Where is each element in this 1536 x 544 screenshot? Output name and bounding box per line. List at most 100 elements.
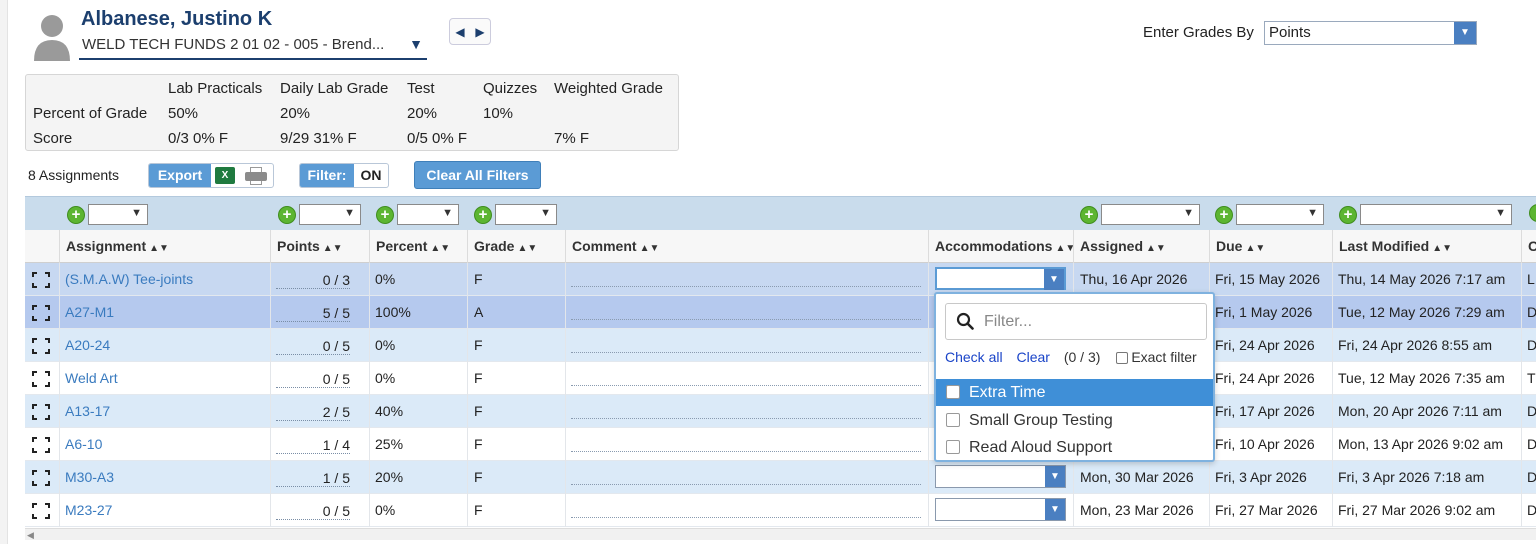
comment-input[interactable] (571, 385, 921, 386)
horizontal-scrollbar[interactable]: ◀ (25, 528, 1536, 540)
filter-select[interactable]: ▼ (1236, 204, 1324, 225)
category-cell: D (1527, 403, 1536, 419)
chevron-right-icon[interactable]: ▶ (475, 25, 484, 39)
expand-corners-icon[interactable] (32, 305, 50, 321)
assignment-link[interactable]: A13-17 (65, 395, 265, 428)
checkbox[interactable] (1116, 352, 1129, 364)
table-row[interactable]: A20-24 0 / 5 0% F Fri, 24 Apr 2026 Fri, 24 Ap… (25, 329, 1536, 362)
filter-select[interactable]: ▼ (1101, 204, 1200, 225)
export-button[interactable]: Export (149, 164, 211, 187)
assignment-link[interactable]: A27-M1 (65, 296, 265, 329)
column-header-points[interactable]: Points ▲▼ (270, 230, 369, 263)
assignment-link[interactable]: M30-A3 (65, 461, 265, 494)
filter-select[interactable]: ▼ (88, 204, 148, 225)
column-header-comment[interactable]: Comment ▲▼ (565, 230, 929, 263)
comment-input[interactable] (571, 352, 921, 353)
enter-grades-by-value: Points (1269, 24, 1311, 41)
expand-corners-icon[interactable] (32, 338, 50, 354)
dropdown-option[interactable]: Read Aloud Support (936, 434, 1213, 461)
check-all-link[interactable]: Check all (945, 349, 1003, 365)
table-row[interactable]: Weld Art 0 / 5 0% F Fri, 24 Apr 2026 Tue, 12 … (25, 362, 1536, 395)
table-row[interactable]: M23-27 0 / 5 0% F ▼ Mon, 23 Mar 2026 Fri, 27 M… (25, 494, 1536, 527)
plus-circle-icon[interactable]: + (1080, 205, 1098, 224)
scroll-left-icon[interactable]: ◀ (27, 530, 34, 541)
due-date: Fri, 1 May 2026 (1215, 304, 1313, 320)
excel-icon[interactable]: X (215, 167, 235, 184)
filter-select[interactable]: ▼ (397, 204, 459, 225)
class-selector[interactable]: WELD TECH FUNDS 2 01 02 - 005 - Brend...… (79, 33, 427, 60)
filter-select[interactable]: ▼ (1360, 204, 1512, 225)
filter-select[interactable]: ▼ (299, 204, 361, 225)
expand-corners-icon[interactable] (32, 404, 50, 420)
column-header-assignment[interactable]: Assignment ▲▼ (59, 230, 271, 263)
plus-circle-icon[interactable]: + (376, 205, 394, 224)
due-date: Fri, 27 Mar 2026 (1215, 502, 1318, 518)
expand-corners-icon[interactable] (32, 371, 50, 387)
filter-select[interactable]: ▼ (495, 204, 557, 225)
points-input[interactable]: 1 / 5 (276, 469, 350, 487)
points-input[interactable]: 2 / 5 (276, 403, 350, 421)
points-input[interactable]: 0 / 5 (276, 370, 350, 388)
chevron-left-icon[interactable]: ◀ (455, 25, 464, 39)
points-input[interactable]: 1 / 4 (276, 436, 350, 454)
filter-toggle[interactable]: Filter: ON (299, 163, 389, 188)
assignment-link[interactable]: A20-24 (65, 329, 265, 362)
plus-circle-icon[interactable]: + (1339, 205, 1357, 224)
student-nav-arrows: ◀ ▶ (449, 18, 491, 45)
checkbox[interactable] (946, 413, 960, 427)
checkbox[interactable] (946, 440, 960, 454)
dropdown-filter-input[interactable] (982, 311, 1192, 333)
points-input[interactable]: 0 / 3 (276, 271, 350, 289)
points-input[interactable]: 0 / 5 (276, 337, 350, 355)
points-input[interactable]: 0 / 5 (276, 502, 350, 520)
comment-input[interactable] (571, 319, 921, 320)
filter-assignment: + ▼ (67, 204, 148, 225)
percent-cell: 40% (375, 403, 404, 419)
assignment-link[interactable]: M23-27 (65, 494, 265, 527)
column-header-assigned[interactable]: Assigned ▲▼ (1073, 230, 1209, 263)
dropdown-option[interactable]: Small Group Testing (936, 407, 1213, 434)
dropdown-option[interactable]: Extra Time (936, 379, 1213, 406)
comment-input[interactable] (571, 418, 921, 419)
table-row[interactable]: A27-M1 5 / 5 100% A Fri, 1 May 2026 Tue, 12 M… (25, 296, 1536, 329)
assignment-link[interactable]: Weld Art (65, 362, 265, 395)
left-panel-edge (0, 0, 8, 544)
plus-circle-icon[interactable] (1529, 204, 1536, 222)
expand-corners-icon[interactable] (32, 437, 50, 453)
enter-grades-by-select[interactable]: Points ▼ (1264, 21, 1477, 45)
column-header-accommodations[interactable]: Accommodations ▲▼ (928, 230, 1075, 263)
comment-input[interactable] (571, 286, 921, 287)
comment-input[interactable] (571, 517, 921, 518)
accommodations-select[interactable]: ▼ (935, 465, 1066, 488)
exact-filter-toggle[interactable]: Exact filter (1116, 349, 1197, 365)
expand-corners-icon[interactable] (32, 272, 50, 288)
expand-corners-icon[interactable] (32, 470, 50, 486)
clear-link[interactable]: Clear (1016, 349, 1049, 365)
plus-circle-icon[interactable]: + (67, 205, 85, 224)
checkbox[interactable] (946, 385, 960, 399)
accommodations-select[interactable]: ▼ (935, 498, 1066, 521)
printer-icon[interactable] (245, 166, 267, 185)
table-row[interactable]: A13-17 2 / 5 40% F Fri, 17 Apr 2026 Mon, 20 A… (25, 395, 1536, 428)
column-header-last-modified[interactable]: Last Modified ▲▼ (1332, 230, 1522, 263)
points-input[interactable]: 5 / 5 (276, 304, 350, 322)
table-row[interactable]: A6-10 1 / 4 25% F Fri, 10 Apr 2026 Mon, 13 Ap… (25, 428, 1536, 461)
assignment-link[interactable]: (S.M.A.W) Tee-joints (65, 263, 265, 296)
assignment-link[interactable]: A6-10 (65, 428, 265, 461)
clear-all-filters-button[interactable]: Clear All Filters (414, 161, 541, 189)
plus-circle-icon[interactable]: + (474, 205, 492, 224)
column-header-percent[interactable]: Percent ▲▼ (369, 230, 468, 263)
comment-input[interactable] (571, 484, 921, 485)
expand-corners-icon[interactable] (32, 503, 50, 519)
comment-input[interactable] (571, 451, 921, 452)
accommodations-dropdown: Check all Clear (0 / 3) Exact filter Ext… (934, 292, 1215, 462)
table-row[interactable]: (S.M.A.W) Tee-joints 0 / 3 0% F ▼ Thu, 16 Apr… (25, 263, 1536, 296)
plus-circle-icon[interactable]: + (1215, 205, 1233, 224)
column-header-label: C (1528, 238, 1536, 254)
accommodations-select[interactable]: ▼ (935, 267, 1066, 290)
plus-circle-icon[interactable]: + (278, 205, 296, 224)
column-header-category[interactable]: C (1521, 230, 1536, 263)
column-header-due[interactable]: Due ▲▼ (1209, 230, 1333, 263)
table-row[interactable]: M30-A3 1 / 5 20% F ▼ Mon, 30 Mar 2026 Fri, 3 A… (25, 461, 1536, 494)
column-header-grade[interactable]: Grade ▲▼ (467, 230, 565, 263)
